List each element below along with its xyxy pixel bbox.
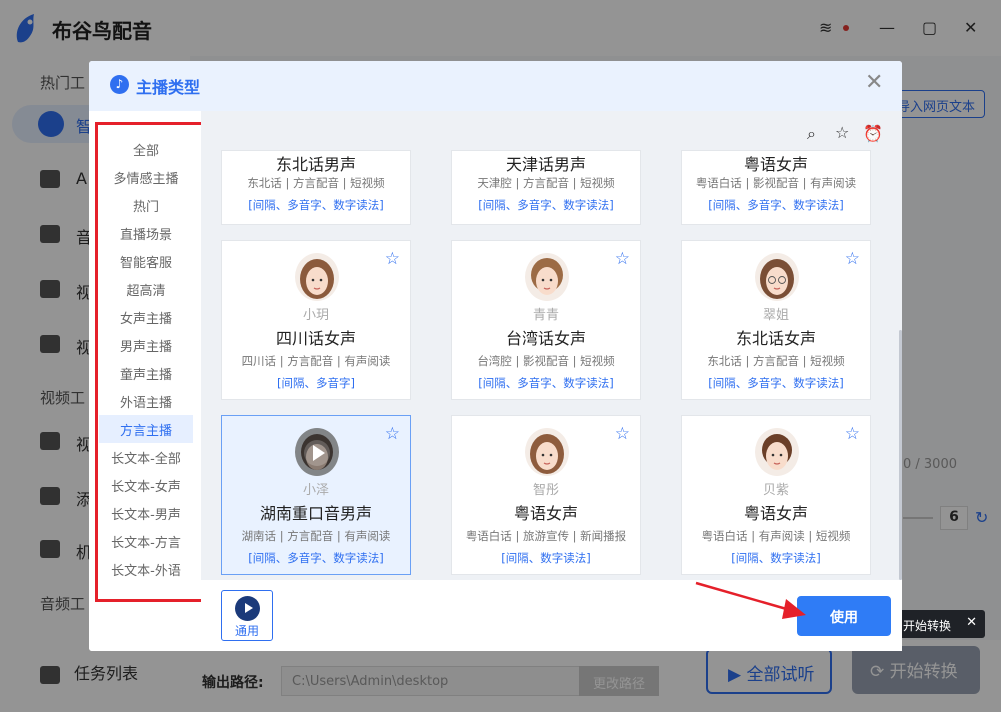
avatar	[755, 253, 799, 301]
category-item[interactable]: 长文本-方言	[99, 527, 193, 555]
voice-card[interactable]: ☆ 青青 台湾话女声 台湾腔 | 影视配音 | 短视频 [间隔、多音字、数字读法…	[451, 240, 641, 400]
annotation-arrow	[695, 581, 806, 619]
category-item[interactable]: 多情感主播	[99, 163, 193, 191]
favorite-star-icon[interactable]: ☆	[385, 249, 400, 269]
avatar	[525, 428, 569, 476]
clock-icon[interactable]: ⏰	[863, 124, 883, 143]
voice-tags: 台湾腔 | 影视配音 | 短视频	[477, 354, 615, 368]
category-item-active[interactable]: 方言主播	[99, 415, 193, 443]
category-item[interactable]: 长文本-男声	[99, 499, 193, 527]
category-item[interactable]: 男声主播	[99, 331, 193, 359]
voice-card[interactable]: 东北话男声 东北话 | 方言配音 | 短视频 [间隔、多音字、数字读法]	[221, 150, 411, 225]
voice-features: [间隔、数字读法]	[731, 551, 821, 565]
dialog-title: 主播类型	[136, 78, 201, 97]
general-voice-button[interactable]: 通用	[221, 590, 273, 641]
grid-scrollbar[interactable]	[899, 330, 902, 580]
category-item[interactable]: 全部	[99, 135, 193, 163]
play-circle-icon	[235, 596, 260, 621]
voice-features: [间隔、多音字、数字读法]	[708, 376, 844, 390]
voice-name: 天津话男声	[505, 155, 586, 174]
voice-name: 四川话女声	[275, 329, 356, 348]
voice-features: [间隔、多音字、数字读法]	[478, 376, 614, 390]
anchor-nickname: 翠姐	[762, 308, 789, 323]
favorite-star-icon[interactable]: ☆	[615, 249, 630, 269]
category-item[interactable]: 智能客服	[99, 247, 193, 275]
favorite-star-icon[interactable]: ☆	[845, 424, 860, 444]
voice-name: 粤语女声	[743, 155, 808, 174]
voice-tags: 东北话 | 方言配音 | 短视频	[247, 176, 385, 190]
voice-card[interactable]: 粤语女声 粤语白话 | 影视配音 | 有声阅读 [间隔、多音字、数字读法]	[681, 150, 871, 225]
tooltip-text: 开始转换	[903, 619, 952, 633]
start-tooltip: 开始转换 ✕	[895, 610, 985, 638]
voice-card-selected[interactable]: ☆ 小泽 湖南重口音男声 湖南话 | 方言配音 | 有声阅读 [间隔、多音字、数…	[221, 415, 411, 575]
star-icon[interactable]: ☆	[835, 123, 849, 142]
music-note-icon: ♪	[110, 75, 129, 94]
category-item[interactable]: 长文本-女声	[99, 471, 193, 499]
voice-features: [间隔、多音字、数字读法]	[248, 551, 384, 565]
voice-tags: 四川话 | 方言配音 | 有声阅读	[241, 354, 391, 368]
voice-features: [间隔、多音字、数字读法]	[478, 198, 614, 212]
voice-tags: 东北话 | 方言配音 | 短视频	[707, 354, 845, 368]
voice-tags: 天津腔 | 方言配音 | 短视频	[477, 176, 615, 190]
general-voice-label: 通用	[234, 624, 259, 638]
tooltip-close-icon[interactable]: ✕	[966, 615, 977, 630]
voice-name: 粤语女声	[743, 504, 808, 523]
voice-card[interactable]: ☆ 小玥 四川话女声 四川话 | 方言配音 | 有声阅读 [间隔、多音字]	[221, 240, 411, 400]
anchor-nickname: 青青	[532, 308, 559, 323]
category-item[interactable]: 超高清	[99, 275, 193, 303]
voice-name: 东北话女声	[735, 329, 816, 348]
voice-card[interactable]: ☆ 智彤 粤语女声 粤语白话 | 旅游宣传 | 新闻播报 [间隔、数字读法]	[451, 415, 641, 575]
anchor-nickname: 贝紫	[762, 483, 789, 498]
avatar	[295, 253, 339, 301]
category-item[interactable]: 直播场景	[99, 219, 193, 247]
voice-tags: 湖南话 | 方言配音 | 有声阅读	[241, 529, 391, 543]
favorite-star-icon[interactable]: ☆	[845, 249, 860, 269]
category-item[interactable]: 外语主播	[99, 387, 193, 415]
anchor-nickname: 小玥	[302, 308, 329, 323]
voice-tags: 粤语白话 | 旅游宣传 | 新闻播报	[465, 529, 627, 543]
category-item[interactable]: 热门	[99, 191, 193, 219]
voice-features: [间隔、数字读法]	[501, 551, 591, 565]
favorite-star-icon[interactable]: ☆	[385, 424, 400, 444]
voice-tags: 粤语白话 | 影视配音 | 有声阅读	[695, 176, 857, 190]
voice-card[interactable]: 天津话男声 天津腔 | 方言配音 | 短视频 [间隔、多音字、数字读法]	[451, 150, 641, 225]
dialog-close-icon[interactable]: ✕	[865, 70, 883, 95]
category-item[interactable]: 长文本-全部	[99, 443, 193, 471]
search-icon[interactable]: ⌕	[807, 124, 816, 144]
voice-features: [间隔、多音字、数字读法]	[708, 198, 844, 212]
dialog-header: ♪ 主播类型 ✕	[89, 61, 902, 111]
anchor-nickname: 小泽	[302, 483, 329, 498]
favorite-star-icon[interactable]: ☆	[615, 424, 630, 444]
voice-card[interactable]: ☆ 翠姐 东北话女声 东北话 | 方言配音 | 短视频 [间隔、多音字、数字读法…	[681, 240, 871, 400]
voice-features: [间隔、多音字]	[277, 376, 355, 390]
voice-name: 湖南重口音男声	[259, 504, 372, 523]
category-item[interactable]: 女声主播	[99, 303, 193, 331]
anchor-nickname: 智彤	[532, 483, 559, 498]
avatar	[525, 253, 569, 301]
avatar	[755, 428, 799, 476]
category-list: 全部 多情感主播 热门 直播场景 智能客服 超高清 女声主播 男声主播 童声主播…	[89, 111, 206, 651]
category-item[interactable]: 童声主播	[99, 359, 193, 387]
avatar	[295, 428, 339, 476]
voice-name: 东北话男声	[275, 155, 356, 174]
voice-name: 台湾话女声	[505, 329, 586, 348]
voice-features: [间隔、多音字、数字读法]	[248, 198, 384, 212]
voice-tags: 粤语白话 | 有声阅读 | 短视频	[701, 529, 851, 543]
category-item[interactable]: 长文本-外语	[99, 555, 193, 583]
voice-card[interactable]: ☆ 贝紫 粤语女声 粤语白话 | 有声阅读 | 短视频 [间隔、数字读法]	[681, 415, 871, 575]
voice-name: 粤语女声	[513, 504, 578, 523]
